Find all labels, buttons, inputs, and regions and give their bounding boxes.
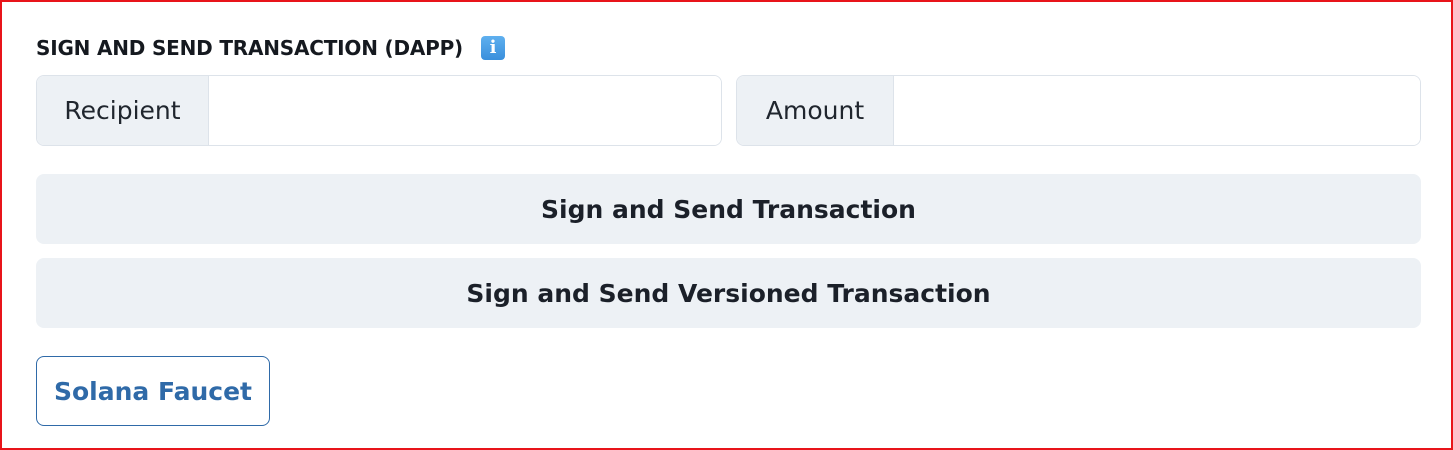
sign-and-send-transaction-button[interactable]: Sign and Send Transaction: [36, 174, 1421, 244]
amount-input[interactable]: [894, 76, 1420, 145]
sign-send-transaction-panel: SIGN AND SEND TRANSACTION (DAPP) i Recip…: [0, 0, 1453, 450]
section-title: SIGN AND SEND TRANSACTION (DAPP): [36, 36, 463, 60]
amount-label: Amount: [737, 76, 894, 145]
amount-input-group: Amount: [736, 75, 1421, 146]
recipient-input-group: Recipient: [36, 75, 722, 146]
info-icon[interactable]: i: [481, 36, 505, 60]
sign-and-send-versioned-transaction-button[interactable]: Sign and Send Versioned Transaction: [36, 258, 1421, 328]
solana-faucet-button[interactable]: Solana Faucet: [36, 356, 270, 426]
recipient-label: Recipient: [37, 76, 209, 145]
section-header: SIGN AND SEND TRANSACTION (DAPP) i: [36, 34, 505, 62]
recipient-input[interactable]: [209, 76, 721, 145]
